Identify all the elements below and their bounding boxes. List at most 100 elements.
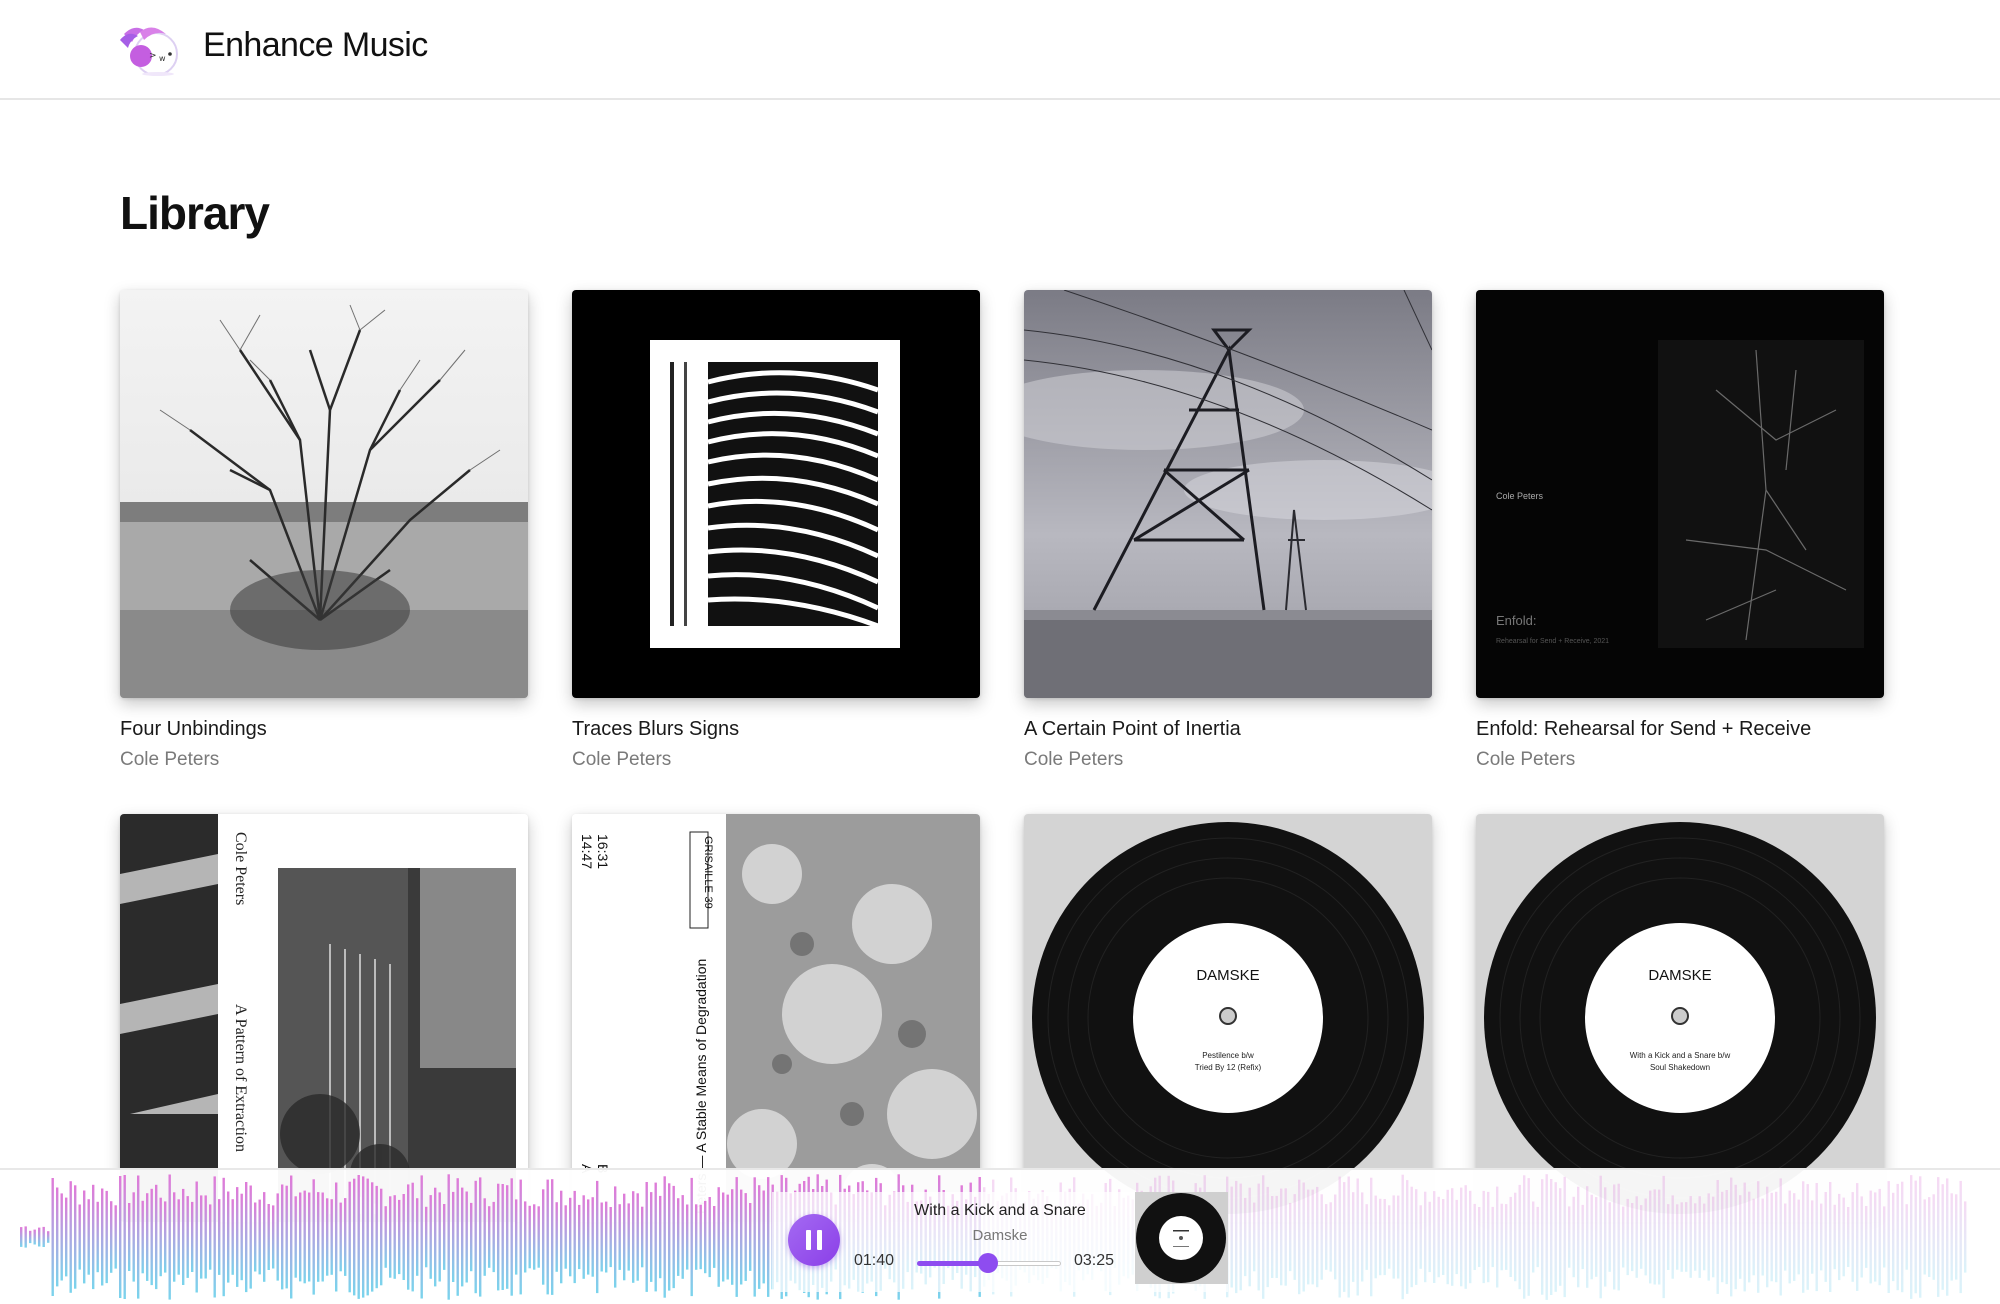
waveform-bar xyxy=(1419,1205,1422,1269)
waveform-bar xyxy=(1631,1203,1634,1272)
waveform-bar xyxy=(393,1195,396,1279)
waveform-bar xyxy=(83,1190,86,1284)
album-cover[interactable]: Cole Peters Enfold: Rehearsal for Send +… xyxy=(1476,290,1884,698)
waveform-bar xyxy=(1482,1190,1485,1284)
waveform-bar xyxy=(1320,1194,1323,1280)
waveform-bar xyxy=(1433,1191,1436,1283)
waveform-bar xyxy=(47,1231,50,1243)
waveform-bar xyxy=(1941,1184,1944,1290)
bird-mascot-icon[interactable]: > w xyxy=(118,20,186,78)
waveform-bar xyxy=(483,1198,486,1276)
waveform-bar xyxy=(1964,1201,1967,1273)
waveform-bar xyxy=(1401,1174,1404,1300)
waveform-bar xyxy=(312,1179,315,1295)
album-artist[interactable]: Cole Peters xyxy=(572,749,980,771)
waveform-bar xyxy=(551,1179,554,1295)
waveform-bar xyxy=(1523,1175,1526,1299)
waveform-bar xyxy=(303,1190,306,1284)
total-time: 03:25 xyxy=(1074,1252,1115,1269)
album-cover[interactable] xyxy=(1024,290,1432,698)
album-artist[interactable]: Cole Peters xyxy=(1476,749,1884,771)
album-cover[interactable] xyxy=(572,290,980,698)
album-card[interactable]: Four Unbindings Cole Peters xyxy=(120,290,528,771)
waveform-bar xyxy=(609,1207,612,1268)
waveform-bar xyxy=(1581,1204,1584,1270)
waveform-bar xyxy=(87,1199,90,1275)
waveform-bar xyxy=(209,1204,212,1270)
waveform-bar xyxy=(285,1185,288,1289)
waveform-bar xyxy=(1599,1175,1602,1299)
waveform-bar xyxy=(249,1185,252,1289)
waveform-bar xyxy=(299,1192,302,1282)
waveform-bar xyxy=(294,1196,297,1278)
cover-title-text: Enfold: xyxy=(1496,613,1536,628)
waveform-bar xyxy=(1824,1192,1827,1282)
seek-slider[interactable] xyxy=(917,1252,1061,1274)
album-artist[interactable]: Cole Peters xyxy=(1024,749,1432,771)
waveform-bar xyxy=(479,1177,482,1297)
waveform-bar xyxy=(1653,1189,1656,1285)
waveform-bar xyxy=(407,1184,410,1290)
album-cover[interactable]: DAMSKE Pestilence b/w Tried By 12 (Refix… xyxy=(1024,814,1432,1222)
album-card[interactable]: Cole Peters Enfold: Rehearsal for Send +… xyxy=(1476,290,1884,771)
waveform-bar xyxy=(587,1199,590,1275)
waveform-bar xyxy=(1851,1192,1854,1282)
waveform-bar xyxy=(42,1226,45,1247)
album-title[interactable]: Traces Blurs Signs xyxy=(572,718,980,741)
seek-handle[interactable] xyxy=(977,1253,998,1273)
waveform-bar xyxy=(339,1202,342,1272)
waveform-bar xyxy=(1761,1198,1764,1276)
waveform-bar xyxy=(1289,1202,1292,1272)
cover-time-b: 16:31 xyxy=(595,834,611,869)
waveform-bar xyxy=(132,1192,135,1282)
waveform-bar xyxy=(258,1199,261,1275)
now-playing-artwork[interactable] xyxy=(1135,1192,1228,1284)
page-title: Library xyxy=(120,187,270,239)
waveform-bar xyxy=(1869,1190,1872,1284)
album-cover[interactable]: Cole Peters A Pattern of Extraction xyxy=(120,814,528,1222)
album-artist[interactable]: Cole Peters xyxy=(120,749,528,771)
waveform-bar xyxy=(159,1197,162,1277)
waveform-bar xyxy=(425,1206,428,1268)
waveform-bar xyxy=(24,1226,27,1248)
waveform-bar xyxy=(488,1206,491,1268)
album-title[interactable]: A Certain Point of Inertia xyxy=(1024,718,1432,741)
waveform-bar xyxy=(564,1205,567,1269)
waveform-bar xyxy=(519,1179,522,1295)
waveform-bar xyxy=(1302,1182,1305,1292)
waveform-bar xyxy=(1743,1182,1746,1292)
waveform-bar xyxy=(744,1193,747,1281)
waveform-bar xyxy=(389,1196,392,1278)
album-title[interactable]: Enfold: Rehearsal for Send + Receive xyxy=(1476,718,1884,741)
cover-artist-text: Cole Peters xyxy=(232,832,249,905)
album-cover[interactable]: 14:47 16:31 A B GRISAILLE-39 Peters — A … xyxy=(572,814,980,1222)
waveform-bar xyxy=(1455,1199,1458,1275)
waveform-bar xyxy=(492,1201,495,1273)
waveform-bar xyxy=(537,1206,540,1268)
waveform-bar xyxy=(1775,1191,1778,1283)
waveform-bar xyxy=(578,1204,581,1270)
waveform-bar xyxy=(384,1206,387,1268)
waveform-bar xyxy=(1959,1180,1962,1294)
waveform-bar xyxy=(326,1198,329,1276)
waveform-bar xyxy=(227,1191,230,1283)
waveform-bar xyxy=(1550,1179,1553,1295)
waveform-bar xyxy=(38,1227,41,1247)
waveform-bar xyxy=(1797,1199,1800,1275)
album-card[interactable]: A Certain Point of Inertia Cole Peters xyxy=(1024,290,1432,771)
waveform-bar xyxy=(1694,1203,1697,1271)
waveform-bar xyxy=(411,1182,414,1292)
album-title[interactable]: Four Unbindings xyxy=(120,718,528,741)
waveform-bar xyxy=(123,1175,126,1299)
waveform-bar xyxy=(164,1201,167,1273)
waveform-bar xyxy=(182,1188,185,1285)
waveform-bar xyxy=(1887,1181,1890,1293)
album-cover[interactable] xyxy=(120,290,528,698)
album-cover[interactable]: DAMSKE With a Kick and a Snare b/w Soul … xyxy=(1476,814,1884,1222)
cover-label-text: DAMSKE xyxy=(1648,967,1711,984)
waveform-bar xyxy=(308,1192,311,1282)
album-card[interactable]: Traces Blurs Signs Cole Peters xyxy=(572,290,980,771)
waveform-bar xyxy=(1748,1191,1751,1283)
waveform-bar xyxy=(1271,1196,1274,1278)
waveform-bar xyxy=(254,1202,257,1272)
